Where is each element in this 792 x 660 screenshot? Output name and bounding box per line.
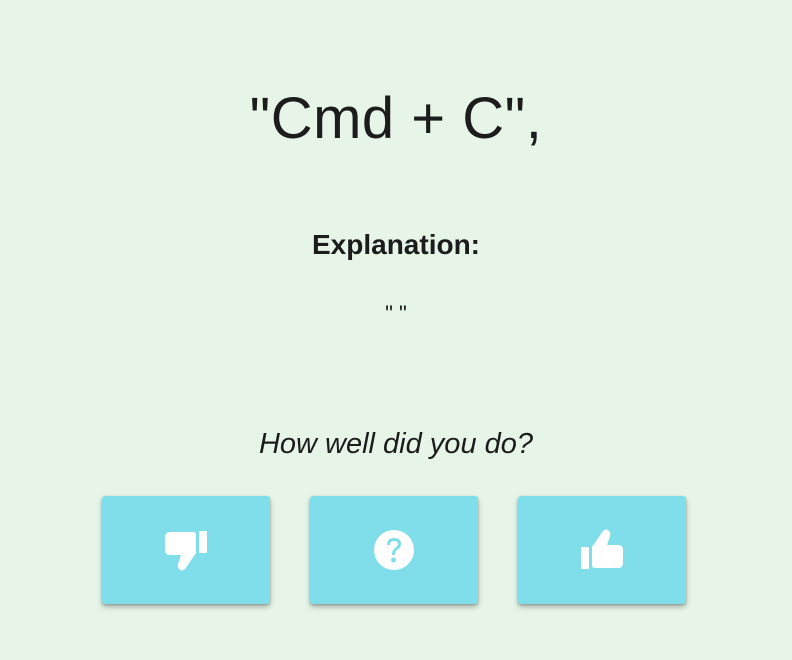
card-question: "Cmd + C", <box>249 86 543 151</box>
explanation-text: " " <box>385 301 407 326</box>
thumbs-up-icon <box>579 529 625 571</box>
rating-prompt: How well did you do? <box>258 428 534 460</box>
question-circle-icon <box>373 529 415 571</box>
rate-unsure-button[interactable] <box>310 496 478 604</box>
rate-good-button[interactable] <box>518 496 686 604</box>
flashcard: "Cmd + C", Explanation: " " How well did… <box>0 0 792 660</box>
thumbs-down-icon <box>163 529 209 571</box>
explanation-label: Explanation: <box>311 229 480 260</box>
rate-bad-button[interactable] <box>102 496 270 604</box>
rating-buttons <box>102 496 686 604</box>
